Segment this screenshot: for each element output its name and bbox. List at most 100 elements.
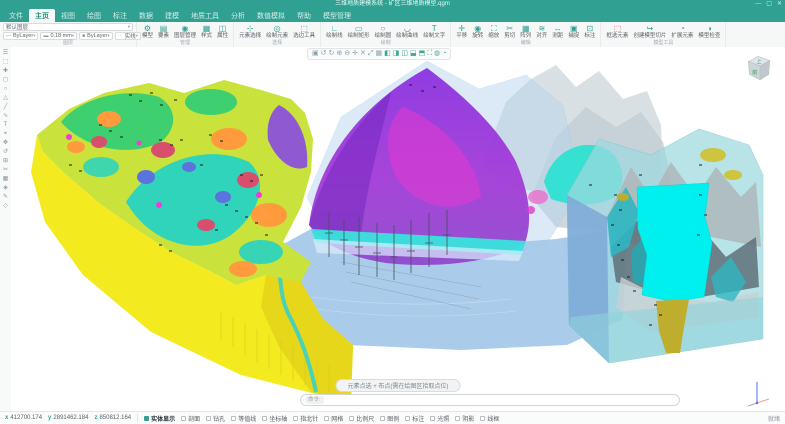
- left-tool-icon[interactable]: ✥: [3, 140, 8, 146]
- ribbon-button[interactable]: ◫ 属性: [215, 24, 230, 40]
- viewport-tool-icon[interactable]: ⊖: [344, 50, 350, 58]
- left-tool-icon[interactable]: △: [3, 95, 8, 101]
- ribbon-button[interactable]: ≋ 对齐: [534, 24, 549, 40]
- ribbon-button[interactable]: ⊡ 标注: [582, 24, 597, 40]
- viewport-3d[interactable]: ▣↺↻⊕⊖✛✕⤢▦◧◨◫⬓⬒⛶◍◔ 上 前 元素点选 + 布点(需在绘图区拾取点…: [11, 47, 785, 411]
- left-tool-icon[interactable]: ⊞: [3, 158, 8, 164]
- viewport-tool-icon[interactable]: ⛶: [427, 50, 432, 58]
- layer-select[interactable]: 默认图层 ▾: [3, 23, 133, 31]
- tool-icon: ↔: [554, 24, 562, 33]
- left-tool-icon[interactable]: ◇: [3, 203, 8, 209]
- viewport-tool-icon[interactable]: ✕: [360, 50, 366, 58]
- ribbon-tab[interactable]: 分析: [225, 9, 251, 22]
- left-tool-icon[interactable]: ▦: [3, 176, 9, 182]
- ribbon-button[interactable]: ✛ 平移: [454, 24, 469, 40]
- left-tool-icon[interactable]: T: [4, 122, 8, 128]
- viewport-tool-icon[interactable]: ⬒: [419, 50, 426, 58]
- left-tool-icon[interactable]: ☰: [3, 50, 8, 56]
- axis-gizmo: [744, 378, 772, 408]
- ribbon-button[interactable]: T 绘制文字: [421, 24, 447, 40]
- ribbon-button[interactable]: ○ 绘制圆: [373, 24, 394, 40]
- viewport-tool-icon[interactable]: ▦: [375, 50, 382, 58]
- viewport-tool-icon[interactable]: ↺: [321, 50, 327, 58]
- ribbon-tab[interactable]: 绘图: [81, 9, 107, 22]
- viewport-tool-icon[interactable]: ◧: [384, 50, 391, 58]
- display-toggle[interactable]: 比例尺: [349, 414, 374, 423]
- ribbon-tab[interactable]: 建模: [159, 9, 185, 22]
- ribbon-tab[interactable]: 标注: [107, 9, 133, 22]
- ribbon-button[interactable]: ↔ 测距: [550, 24, 565, 40]
- layer-property-select[interactable]: ▬ 0.18 mm ▾: [40, 32, 77, 40]
- left-tool-icon[interactable]: ⌖: [4, 131, 7, 137]
- ribbon-button[interactable]: ✂ 剪切: [502, 24, 517, 40]
- ribbon-button[interactable]: ▦ 样式: [199, 24, 214, 40]
- display-toggle[interactable]: 光照: [430, 414, 449, 423]
- ribbon-button[interactable]: ▦ 阵列: [518, 24, 533, 40]
- left-tool-icon[interactable]: ◻: [3, 77, 8, 83]
- ribbon-tab[interactable]: 帮助: [291, 9, 317, 22]
- ribbon-button[interactable]: ⬚ 选边工具: [291, 24, 317, 40]
- ribbon-button[interactable]: ⊹ 元素选择: [237, 24, 263, 40]
- ribbon-button[interactable]: ▣ 捕捉: [566, 24, 581, 40]
- left-tool-icon[interactable]: ↺: [3, 149, 8, 155]
- left-tool-icon[interactable]: ✂: [3, 167, 8, 173]
- viewport-tool-icon[interactable]: ⬓: [410, 50, 417, 58]
- window-button[interactable]: —: [755, 0, 761, 9]
- display-toggle[interactable]: 指北针: [293, 414, 318, 423]
- ribbon-tab[interactable]: 主页: [29, 9, 55, 22]
- display-toggle[interactable]: 钻孔: [206, 414, 225, 423]
- layer-property-select[interactable]: ■ ByLayer ▾: [79, 32, 112, 40]
- display-toggle[interactable]: 剖面: [181, 414, 200, 423]
- viewport-tool-icon[interactable]: ◔: [442, 50, 446, 58]
- left-tool-icon[interactable]: ⬚: [3, 59, 9, 65]
- ribbon-button[interactable]: ⚙ 模型: [140, 24, 155, 40]
- left-tool-icon[interactable]: ✚: [3, 68, 8, 74]
- left-tool-icon[interactable]: ◈: [3, 185, 8, 191]
- ribbon-tab[interactable]: 地质工具: [185, 9, 225, 22]
- viewport-tool-icon[interactable]: ⤢: [368, 50, 374, 58]
- viewport-tool-icon[interactable]: ↻: [329, 50, 335, 58]
- ribbon-button[interactable]: ⬚ 框选元素: [604, 24, 630, 40]
- window-button[interactable]: ▢: [766, 0, 772, 9]
- view-cube-gizmo[interactable]: 上 前: [742, 51, 774, 83]
- ribbon-button[interactable]: ◉ 图层管理: [172, 24, 198, 40]
- ribbon-tab[interactable]: 数值模拟: [251, 9, 291, 22]
- ribbon-button[interactable]: ◉ 旋转: [470, 24, 485, 40]
- ribbon-button[interactable]: ∟ 绘制线: [324, 24, 345, 40]
- display-toggle[interactable]: 实体显示: [144, 414, 175, 423]
- left-tool-icon[interactable]: ○: [4, 86, 8, 92]
- display-toggle[interactable]: 阴影: [455, 414, 474, 423]
- viewport-tool-icon[interactable]: ✛: [352, 50, 358, 58]
- viewport-tool-icon[interactable]: ⊕: [336, 50, 342, 58]
- ribbon-button[interactable]: ⛶ 缩放: [486, 24, 501, 40]
- viewport-tool-icon[interactable]: ◨: [393, 50, 400, 58]
- ribbon-button[interactable]: ◑ 模型检查: [696, 24, 722, 40]
- left-tool-icon[interactable]: ✎: [3, 194, 8, 200]
- ribbon-tab[interactable]: 视图: [55, 9, 81, 22]
- viewport-tool-icon[interactable]: ◍: [434, 50, 440, 58]
- display-toggle[interactable]: 网格: [324, 414, 343, 423]
- display-toggle[interactable]: 坐标轴: [262, 414, 287, 423]
- left-tool-icon[interactable]: ∿: [3, 113, 8, 119]
- ribbon-button[interactable]: ◔ 扩展元素: [669, 24, 695, 40]
- ribbon-button[interactable]: ▭ 绘制矩形: [346, 24, 372, 40]
- ribbon-button[interactable]: ◡ 绘制曲线: [394, 24, 420, 40]
- viewport-tool-icon[interactable]: ◫: [401, 50, 408, 58]
- hint-tooltip: 元素点选 + 布点(需在绘图区拾取点位): [336, 379, 461, 392]
- ribbon-tab[interactable]: 模型管理: [317, 9, 357, 22]
- display-toggle[interactable]: 图例: [380, 414, 399, 423]
- left-tool-icon[interactable]: ╱: [4, 104, 8, 110]
- ribbon-button[interactable]: ◎ 绘制元素: [264, 24, 290, 40]
- display-toggle[interactable]: 线框: [480, 414, 499, 423]
- ribbon-tab[interactable]: 文件: [3, 9, 29, 22]
- display-toggle[interactable]: 标注: [405, 414, 424, 423]
- ribbon-tab[interactable]: 数据: [133, 9, 159, 22]
- ribbon-button[interactable]: ▤ 要素: [156, 24, 171, 40]
- command-input[interactable]: [327, 396, 675, 405]
- layer-property-select[interactable]: — ByLayer ▾: [3, 32, 38, 40]
- ribbon-button[interactable]: ↪ 创建模型切片: [631, 24, 668, 40]
- viewport-tool-icon[interactable]: ▣: [312, 50, 319, 58]
- property-icon: ⋯: [118, 33, 123, 39]
- display-toggle[interactable]: 等值线: [231, 414, 256, 423]
- window-button[interactable]: ✕: [777, 0, 782, 9]
